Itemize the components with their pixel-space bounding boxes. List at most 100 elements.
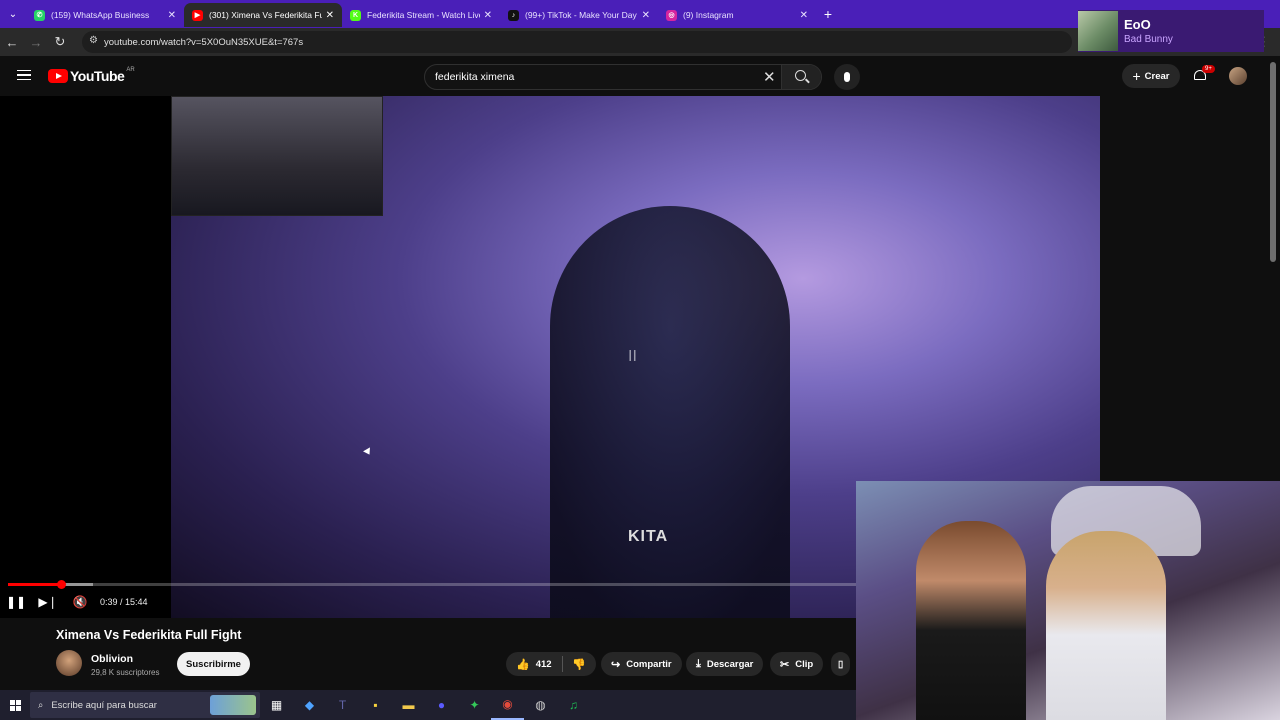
- dislike-button[interactable]: 👎: [562, 652, 596, 676]
- youtube-play-icon: [48, 69, 68, 83]
- bookmark-icon: ▯: [838, 658, 844, 670]
- account-avatar[interactable]: [1229, 67, 1247, 85]
- taskbar-search-icon: ⌕: [38, 699, 44, 711]
- menu-icon[interactable]: [17, 70, 31, 80]
- browser-tab[interactable]: ▶ (301) Ximena Vs Federikita Full ✕: [184, 3, 342, 27]
- browser-tab[interactable]: ✆ (159) WhatsApp Business ✕: [26, 3, 184, 27]
- next-button[interactable]: ▶❘: [32, 595, 64, 609]
- notification-badge: 9+: [1202, 65, 1215, 73]
- pause-button[interactable]: ❚❚: [0, 595, 32, 609]
- search-highlight-image: [210, 695, 256, 715]
- create-label: Crear: [1144, 70, 1170, 82]
- chrome-icon[interactable]: ◉: [491, 690, 524, 720]
- browser-tab[interactable]: K Federikita Stream - Watch Live ✕: [342, 3, 500, 27]
- sticky-notes-icon[interactable]: ▪: [359, 690, 392, 720]
- file-explorer-icon[interactable]: ▬: [392, 690, 425, 720]
- close-tab-icon[interactable]: ✕: [168, 10, 176, 21]
- thumbs-up-icon: 👍: [516, 658, 530, 671]
- url-text: youtube.com/watch?v=5X0OuN35XUE&t=767s: [104, 36, 304, 48]
- channel-name[interactable]: Oblivion: [91, 653, 133, 665]
- create-button[interactable]: + Crear: [1122, 64, 1180, 88]
- thumbs-down-icon: 👎: [572, 658, 586, 671]
- reload-icon[interactable]: ↻: [48, 34, 72, 50]
- fighter-figure: [550, 206, 790, 618]
- windows-start-button[interactable]: [0, 699, 30, 711]
- tab-title: (9) Instagram: [683, 10, 734, 20]
- tab-title: (159) WhatsApp Business: [51, 10, 150, 20]
- obs-icon[interactable]: ◍: [524, 690, 557, 720]
- search-button[interactable]: [781, 65, 821, 89]
- close-tab-icon[interactable]: ✕: [800, 10, 808, 21]
- windows-logo-icon: [9, 699, 21, 711]
- task-view-icon[interactable]: ▦: [260, 690, 293, 720]
- subscribe-button[interactable]: Suscribirme: [177, 652, 250, 676]
- youtube-logo-text: YouTube: [70, 68, 125, 84]
- youtube-header: YouTube AR federikita ximena ✕ + Crear 9…: [0, 56, 1280, 96]
- channel-avatar[interactable]: [56, 650, 82, 676]
- app-icon[interactable]: ●: [425, 690, 458, 720]
- microphone-icon: [844, 72, 850, 82]
- tab-title: (301) Ximena Vs Federikita Full: [209, 10, 322, 20]
- clip-button[interactable]: ✂ Clip: [770, 652, 824, 676]
- close-tab-icon[interactable]: ✕: [642, 10, 650, 21]
- browser-tab[interactable]: ◎ (9) Instagram ✕: [658, 3, 816, 27]
- search-input[interactable]: federikita ximena: [435, 71, 514, 83]
- time-display: 0:39 / 15:44: [100, 597, 148, 607]
- tab-favicon-icon: ✆: [34, 9, 45, 21]
- webcam-overlay: [856, 481, 1280, 720]
- close-tab-icon[interactable]: ✕: [326, 10, 334, 21]
- streamer-right: [1046, 531, 1166, 720]
- clear-search-icon[interactable]: ✕: [763, 68, 776, 86]
- clip-label: Clip: [795, 658, 814, 670]
- new-tab-button[interactable]: +: [816, 2, 840, 26]
- app-green-icon[interactable]: ✦: [458, 690, 491, 720]
- voice-search-button[interactable]: [834, 64, 860, 90]
- back-icon[interactable]: ←: [0, 35, 24, 50]
- now-playing-widget[interactable]: EoO Bad Bunny: [1078, 10, 1264, 52]
- progress-bar[interactable]: [8, 580, 856, 589]
- notifications-button[interactable]: 9+: [1193, 65, 1215, 82]
- taskbar-search-placeholder: Escribe aquí para buscar: [51, 699, 157, 711]
- video-info: Ximena Vs Federikita Full Fight Oblivion…: [0, 618, 856, 690]
- share-label: Compartir: [626, 658, 672, 670]
- url-field[interactable]: ⚙ youtube.com/watch?v=5X0OuN35XUE&t=767s: [82, 31, 1072, 53]
- copilot-icon[interactable]: ◆: [293, 690, 326, 720]
- tab-favicon-icon: ▶: [192, 9, 203, 21]
- tab-favicon-icon: ◎: [666, 9, 677, 21]
- share-button[interactable]: ↪ Compartir: [601, 652, 682, 676]
- page-scrollbar[interactable]: [1270, 62, 1276, 262]
- like-dislike-bar: 👍 412 👎: [506, 652, 596, 676]
- mute-button[interactable]: 🔇: [64, 595, 96, 609]
- player-controls: ❚❚ ▶❘ 🔇 0:39 / 15:44: [0, 590, 148, 614]
- tab-favicon-icon: ♪: [508, 9, 519, 21]
- tab-title: (99+) TikTok - Make Your Day: [525, 10, 637, 20]
- forward-icon[interactable]: →: [24, 35, 48, 50]
- site-info-icon[interactable]: ⚙: [89, 35, 98, 46]
- video-title: Ximena Vs Federikita Full Fight: [56, 628, 242, 642]
- like-button[interactable]: 👍 412: [506, 652, 562, 676]
- scrubber-handle[interactable]: [57, 580, 66, 589]
- spotify-icon[interactable]: ♫: [557, 690, 590, 720]
- download-button[interactable]: ⤓ Descargar: [686, 652, 764, 676]
- youtube-logo[interactable]: YouTube AR: [48, 67, 135, 84]
- search-box[interactable]: federikita ximena ✕: [424, 64, 822, 90]
- browser-tab[interactable]: ♪ (99+) TikTok - Make Your Day ✕: [500, 3, 658, 27]
- save-button[interactable]: ▯: [831, 652, 851, 676]
- subscriber-count: 29,8 K suscriptores: [91, 668, 160, 677]
- now-playing-song: EoO: [1124, 17, 1151, 32]
- tab-title: Federikita Stream - Watch Live: [367, 10, 480, 20]
- close-tab-icon[interactable]: ✕: [484, 10, 492, 21]
- pause-indicator-icon: II: [628, 348, 637, 365]
- teams-icon[interactable]: T: [326, 690, 359, 720]
- windows-taskbar: ⌕ Escribe aquí para buscar ▦ ◆ T ▪ ▬ ● ✦ ◉ ◍ ♫: [0, 690, 856, 720]
- search-icon: [795, 70, 806, 81]
- like-count: 412: [535, 658, 552, 670]
- tab-search-chevron-icon[interactable]: ⌄: [0, 0, 26, 28]
- plus-icon: +: [1132, 68, 1141, 84]
- taskbar-search[interactable]: ⌕ Escribe aquí para buscar: [30, 692, 260, 718]
- played-bar: [8, 583, 61, 586]
- share-icon: ↪: [611, 658, 621, 671]
- scissors-icon: ✂: [780, 658, 790, 671]
- download-label: Descargar: [706, 658, 754, 670]
- tab-favicon-icon: K: [350, 9, 361, 21]
